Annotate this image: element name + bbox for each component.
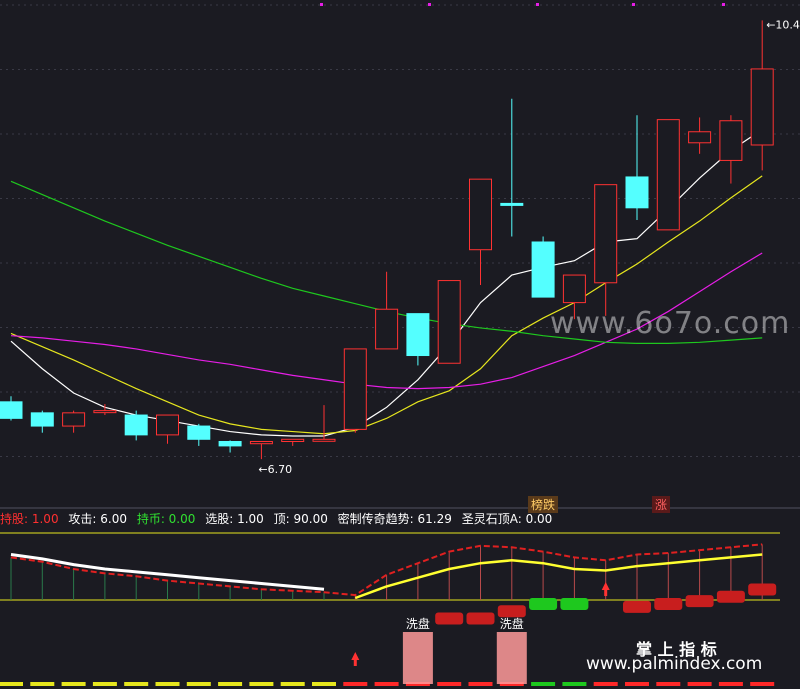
tag-rise: 涨 bbox=[652, 496, 671, 513]
top-marker bbox=[632, 3, 635, 6]
indicator-bottom-bar bbox=[593, 682, 618, 686]
candle-body bbox=[594, 184, 618, 284]
up-arrow-icon bbox=[601, 582, 610, 596]
indicator-bottom-bar bbox=[562, 682, 587, 686]
indicator-capsule bbox=[654, 598, 683, 610]
indicator-bottom-bar bbox=[312, 682, 336, 686]
candle-body bbox=[719, 120, 743, 161]
candle-body bbox=[281, 438, 305, 442]
indicator-bottom-bar bbox=[218, 682, 243, 686]
indicator-bottom-bar bbox=[437, 682, 462, 686]
candle-body bbox=[625, 176, 649, 209]
indicator-bottom-bar bbox=[124, 682, 149, 686]
candle-body bbox=[688, 131, 712, 144]
readout-trend: 密制传奇趋势: 61.29 bbox=[337, 512, 452, 526]
indicator-capsule bbox=[529, 598, 558, 610]
candle-body bbox=[0, 401, 23, 419]
readout-attack: 攻击: 6.00 bbox=[68, 512, 127, 526]
candle-body bbox=[187, 425, 211, 440]
indicator-capsule bbox=[623, 600, 651, 613]
indicator-bottom-bar bbox=[718, 682, 743, 686]
watermark-bottom-url: www.palmindex.com bbox=[586, 654, 763, 674]
indicator-yellow-line bbox=[354, 553, 763, 600]
candle-body bbox=[562, 274, 586, 304]
indicator-bottom-bar bbox=[687, 682, 712, 686]
low-label: ←6.70 bbox=[258, 463, 292, 476]
indicator-capsule bbox=[497, 605, 526, 618]
indicator-bottom-bar bbox=[374, 682, 399, 686]
candle-body bbox=[750, 68, 774, 146]
watermark-top: www.6o7o.com bbox=[550, 306, 791, 341]
indicator-bottom-bar bbox=[186, 682, 211, 686]
candle-body bbox=[249, 441, 273, 445]
indicator-bottom-bar bbox=[92, 682, 117, 686]
high-label: ←10.46 bbox=[766, 18, 800, 31]
readout-top: 顶: 90.00 bbox=[273, 512, 328, 526]
candle-body bbox=[375, 308, 399, 350]
indicator-readout: 持股: 1.00 攻击: 6.00 持币: 0.00 选股: 1.00 顶: 9… bbox=[0, 510, 800, 530]
tag-drop: 榜跌 bbox=[528, 496, 559, 513]
top-marker bbox=[722, 3, 725, 6]
candle-body bbox=[500, 202, 524, 206]
indicator-bottom-bar bbox=[343, 682, 368, 686]
top-marker bbox=[428, 3, 431, 6]
up-arrow-icon bbox=[351, 652, 360, 666]
candle-body bbox=[218, 441, 242, 447]
indicator-bottom-bar bbox=[468, 682, 493, 686]
indicator-capsule bbox=[466, 612, 495, 625]
wash-box bbox=[496, 632, 527, 684]
candle-body bbox=[62, 412, 86, 427]
indicator-bottom-bar bbox=[656, 682, 681, 686]
wash-label: 洗盘 bbox=[406, 616, 430, 631]
indicator-bottom-bar bbox=[531, 682, 556, 686]
indicator-bottom-bar bbox=[625, 682, 649, 686]
candle-body bbox=[30, 412, 54, 427]
candle-body bbox=[406, 313, 430, 357]
indicator-bottom-bar bbox=[249, 682, 274, 686]
candle-body bbox=[124, 414, 148, 436]
candle-body bbox=[531, 241, 555, 298]
indicator-bottom-bar bbox=[30, 682, 55, 686]
indicator-bottom-bar bbox=[155, 682, 180, 686]
chart-stage: ←10.46 ←6.70 洗盘 洗盘 持股: 1.00 攻击: 6.00 持币: 0.… bbox=[0, 0, 800, 689]
readout-hold: 持股: 1.00 bbox=[0, 512, 59, 526]
candle-body bbox=[469, 178, 492, 251]
indicator-capsule bbox=[748, 583, 777, 596]
readout-select: 选股: 1.00 bbox=[205, 512, 264, 526]
indicator-capsule bbox=[560, 598, 589, 610]
chart-canvas: ←10.46 ←6.70 洗盘 洗盘 bbox=[0, 3, 800, 686]
indicator-capsule bbox=[435, 612, 464, 625]
top-marker bbox=[320, 3, 323, 6]
candle-body bbox=[656, 119, 680, 231]
indicator-bottom-bar bbox=[280, 682, 305, 686]
candle-body bbox=[343, 348, 367, 430]
candle-body bbox=[312, 438, 336, 442]
indicator-bottom-bar bbox=[750, 682, 775, 686]
candle-body bbox=[437, 280, 461, 364]
indicator-bottom-bar bbox=[0, 682, 23, 686]
wash-label: 洗盘 bbox=[500, 616, 524, 631]
readout-cash: 持币: 0.00 bbox=[136, 512, 196, 526]
candle-body bbox=[93, 410, 117, 414]
indicator-capsule bbox=[716, 590, 745, 603]
wash-box bbox=[402, 632, 433, 684]
indicator-capsule bbox=[685, 595, 714, 608]
candle-body bbox=[156, 414, 179, 436]
indicator-bottom-bar bbox=[61, 682, 86, 686]
top-marker bbox=[536, 3, 539, 6]
